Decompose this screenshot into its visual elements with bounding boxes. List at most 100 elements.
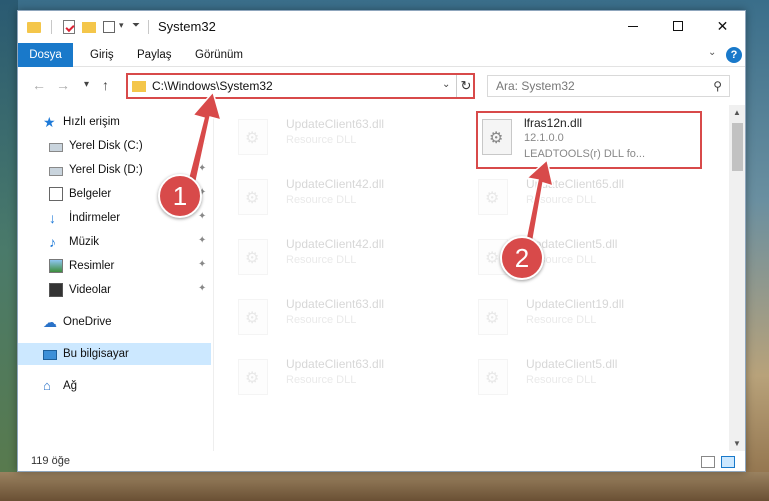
chevron-down-icon[interactable]: ▾ (119, 20, 124, 31)
details-view-icon[interactable] (701, 456, 715, 468)
step-2-badge: 2 (500, 236, 544, 280)
sidebar-item-label: Videolar (69, 284, 111, 296)
file-list: UpdateClient63.dll Resource DLL lfras12n… (218, 105, 728, 451)
back-button[interactable]: ← (32, 77, 46, 93)
file-item[interactable]: UpdateClient42.dll Resource DLL (218, 231, 438, 285)
sidebar-item-music[interactable]: ♪ Müzik ✦ (18, 231, 211, 253)
pin-icon[interactable]: ✦ (198, 259, 206, 270)
forward-button[interactable]: → (56, 77, 70, 93)
up-button[interactable]: ↑ (102, 77, 109, 93)
dll-file-icon (482, 119, 512, 155)
videos-icon (49, 283, 63, 297)
pin-icon[interactable]: ✦ (198, 283, 206, 294)
window-title: System32 (158, 19, 216, 34)
sidebar-item-label: Yerel Disk (D:) (69, 164, 143, 176)
file-description: Resource DLL (526, 314, 597, 326)
documents-icon (49, 187, 63, 201)
file-name: UpdateClient63.dll (286, 117, 385, 131)
scrollbar-thumb[interactable] (732, 123, 743, 171)
pin-icon[interactable]: ✦ (198, 211, 206, 222)
file-description: Resource DLL (286, 134, 357, 146)
file-name: UpdateClient63.dll (286, 297, 385, 311)
properties-icon[interactable] (63, 20, 75, 34)
sidebar-item-pictures[interactable]: Resimler ✦ (18, 255, 211, 277)
pin-icon[interactable]: ✦ (198, 139, 206, 150)
refresh-button[interactable]: ↻ (456, 75, 475, 97)
file-item[interactable]: UpdateClient63.dll Resource DLL (218, 111, 438, 165)
dll-file-icon (238, 359, 268, 395)
network-icon: ⌂ (43, 378, 51, 393)
pin-icon[interactable]: ✦ (198, 235, 206, 246)
view-icon[interactable] (103, 21, 115, 33)
address-path[interactable]: C:\Windows\System32 (152, 79, 273, 93)
separator (148, 20, 149, 34)
cloud-icon: ☁ (43, 314, 57, 330)
step-1-badge: 1 (158, 174, 202, 218)
file-item-highlighted[interactable]: lfras12n.dll 12.1.0.0 LEADTOOLS(r) DLL f… (476, 111, 702, 169)
folder-icon (132, 81, 146, 92)
scroll-down-icon[interactable]: ▼ (733, 439, 741, 448)
disk-icon (49, 142, 63, 152)
recent-locations-icon[interactable]: ▾ (84, 79, 89, 90)
navigation-pane: ★ Hızlı erişim Yerel Disk (C:) ✦ Yerel D… (18, 105, 213, 451)
tab-view[interactable]: Görünüm (195, 43, 243, 67)
file-name: UpdateClient63.dll (286, 357, 385, 371)
sidebar-item-disk-c[interactable]: Yerel Disk (C:) ✦ (18, 135, 211, 157)
address-dropdown-icon[interactable]: ⌄ (442, 79, 450, 90)
sidebar-item-label: Müzik (69, 236, 100, 248)
item-count: 119 öğe (31, 455, 70, 467)
star-icon: ★ (43, 114, 56, 130)
close-button[interactable]: ✕ (700, 11, 745, 41)
dll-file-icon (238, 299, 268, 335)
file-description: Resource DLL (526, 194, 597, 206)
file-item[interactable]: UpdateClient5.dll Resource DLL (458, 351, 678, 405)
dll-file-icon (478, 179, 508, 215)
file-description: LEADTOOLS(r) DLL fo... (524, 148, 646, 160)
scroll-up-icon[interactable]: ▲ (733, 108, 741, 117)
sidebar-item-label: Hızlı erişim (63, 116, 120, 128)
tab-file[interactable]: Dosya (18, 43, 73, 67)
pane-divider[interactable] (213, 105, 214, 451)
customize-toolbar-icon[interactable]: ⏷ (132, 20, 140, 31)
search-icon: ⚲ (713, 79, 722, 93)
dll-file-icon (478, 299, 508, 335)
tab-share[interactable]: Paylaş (137, 43, 172, 67)
sidebar-item-onedrive[interactable]: ☁ OneDrive (18, 311, 211, 333)
sidebar-item-quick-access[interactable]: ★ Hızlı erişim (18, 111, 211, 133)
file-name: UpdateClient42.dll (286, 177, 385, 191)
file-description: Resource DLL (286, 314, 357, 326)
address-bar[interactable]: C:\Windows\System32 ⌄ ↻ (126, 73, 475, 99)
file-item[interactable]: UpdateClient65.dll Resource DLL (458, 171, 678, 225)
minimize-icon (627, 25, 638, 27)
sidebar-item-label: Bu bilgisayar (63, 348, 129, 360)
file-explorer-window: ▾ ⏷ System32 ✕ Dosya Giriş Paylaş Görünü… (17, 10, 746, 472)
new-folder-icon[interactable] (82, 22, 96, 33)
maximize-icon (672, 21, 683, 31)
maximize-button[interactable] (655, 11, 700, 41)
close-icon: ✕ (716, 17, 729, 34)
desktop-background (0, 0, 18, 501)
vertical-scrollbar[interactable]: ▲ ▼ (729, 105, 745, 451)
status-bar: 119 öğe (18, 451, 745, 471)
expand-ribbon-icon[interactable]: ⌄ (708, 47, 716, 58)
minimize-button[interactable] (610, 11, 655, 41)
file-item[interactable]: UpdateClient63.dll Resource DLL (218, 291, 438, 345)
tiles-view-icon[interactable] (721, 456, 735, 468)
file-item[interactable]: UpdateClient63.dll Resource DLL (218, 351, 438, 405)
file-item[interactable]: UpdateClient42.dll Resource DLL (218, 171, 438, 225)
music-icon: ♪ (49, 234, 56, 250)
sidebar-item-network[interactable]: ⌂ Ağ (18, 375, 211, 397)
pictures-icon (49, 259, 63, 273)
sidebar-item-this-pc[interactable]: Bu bilgisayar (18, 343, 211, 365)
tab-home[interactable]: Giriş (90, 43, 114, 67)
sidebar-item-label: Ağ (63, 380, 78, 392)
disk-icon (49, 166, 63, 176)
file-item[interactable]: UpdateClient19.dll Resource DLL (458, 291, 678, 345)
search-input[interactable]: Ara: System32 ⚲ (487, 75, 730, 97)
file-item[interactable]: UpdateClient5.dll Resource DLL (458, 231, 678, 285)
file-name: UpdateClient65.dll (526, 177, 625, 191)
pin-icon[interactable]: ✦ (198, 163, 206, 174)
sidebar-item-videos[interactable]: Videolar ✦ (18, 279, 211, 301)
help-icon[interactable]: ? (726, 47, 742, 63)
dll-file-icon (238, 179, 268, 215)
